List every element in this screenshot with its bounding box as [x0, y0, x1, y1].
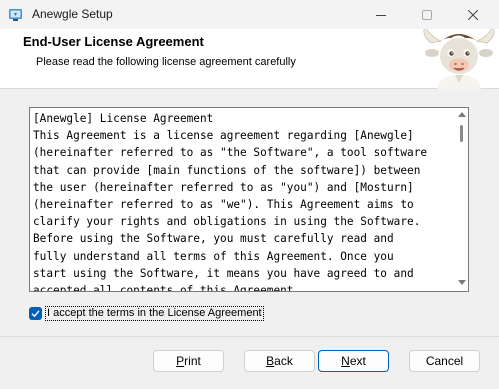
license-line: that can provide [main functions of the … — [33, 163, 421, 177]
license-line: fully understand all terms of this Agree… — [33, 249, 394, 263]
page-subtitle: Please read the following license agreem… — [36, 56, 296, 68]
installer-icon — [9, 9, 22, 21]
next-button-label: ext — [349, 354, 366, 368]
back-button-label: ack — [274, 354, 293, 368]
license-line: accepted all contents of this Agreement. — [33, 284, 301, 292]
back-button[interactable]: Back — [244, 350, 315, 372]
bull-mascot-image — [423, 29, 495, 89]
close-icon — [468, 9, 478, 20]
license-textbox[interactable]: [Anewgle] License Agreement This Agreemen… — [29, 107, 469, 292]
close-button[interactable] — [450, 0, 496, 29]
scroll-up-arrow-icon[interactable] — [458, 112, 466, 117]
scroll-down-arrow-icon[interactable] — [458, 280, 466, 285]
header-banner: End-User License Agreement Please read t… — [0, 29, 499, 89]
scroll-thumb[interactable] — [460, 125, 463, 142]
cancel-button[interactable]: Cancel — [409, 350, 480, 372]
maximize-icon — [422, 9, 432, 20]
next-access-key: N — [341, 354, 350, 368]
minimize-icon — [376, 14, 386, 16]
license-line: (hereinafter referred to as "the Softwar… — [33, 146, 428, 160]
license-line: This Agreement is a license agreement re… — [33, 129, 414, 143]
maximize-button[interactable] — [404, 0, 450, 29]
license-line: clarify your rights and obligations in u… — [33, 215, 421, 229]
cancel-button-label: Cancel — [425, 354, 464, 368]
license-line: (hereinafter referred to as "we"). This … — [33, 198, 414, 212]
accept-terms-row[interactable]: I accept the terms in the License Agreem… — [29, 305, 264, 322]
license-line: the user (hereinafter referred to as "yo… — [33, 180, 414, 194]
checkmark-icon — [31, 310, 40, 318]
print-button[interactable]: Print — [153, 350, 224, 372]
license-line: Before using the Software, you must care… — [33, 232, 394, 246]
license-text: [Anewgle] License Agreement This Agreemen… — [33, 110, 451, 292]
accept-terms-label[interactable]: I accept the terms in the License Agreem… — [45, 306, 264, 321]
license-line: start using the Software, it means you h… — [33, 266, 414, 280]
title-bar: Anewgle Setup — [0, 0, 499, 29]
back-access-key: B — [266, 354, 275, 368]
print-access-key: P — [176, 354, 185, 368]
footer-divider — [0, 336, 499, 337]
minimize-button[interactable] — [358, 0, 404, 29]
page-title: End-User License Agreement — [23, 34, 204, 49]
window-title: Anewgle Setup — [32, 7, 113, 21]
next-button[interactable]: Next — [318, 350, 389, 372]
accept-terms-checkbox[interactable] — [29, 307, 42, 320]
license-scrollbar[interactable] — [455, 108, 468, 291]
license-line: [Anewgle] License Agreement — [33, 112, 214, 125]
print-button-label: rint — [184, 354, 201, 368]
